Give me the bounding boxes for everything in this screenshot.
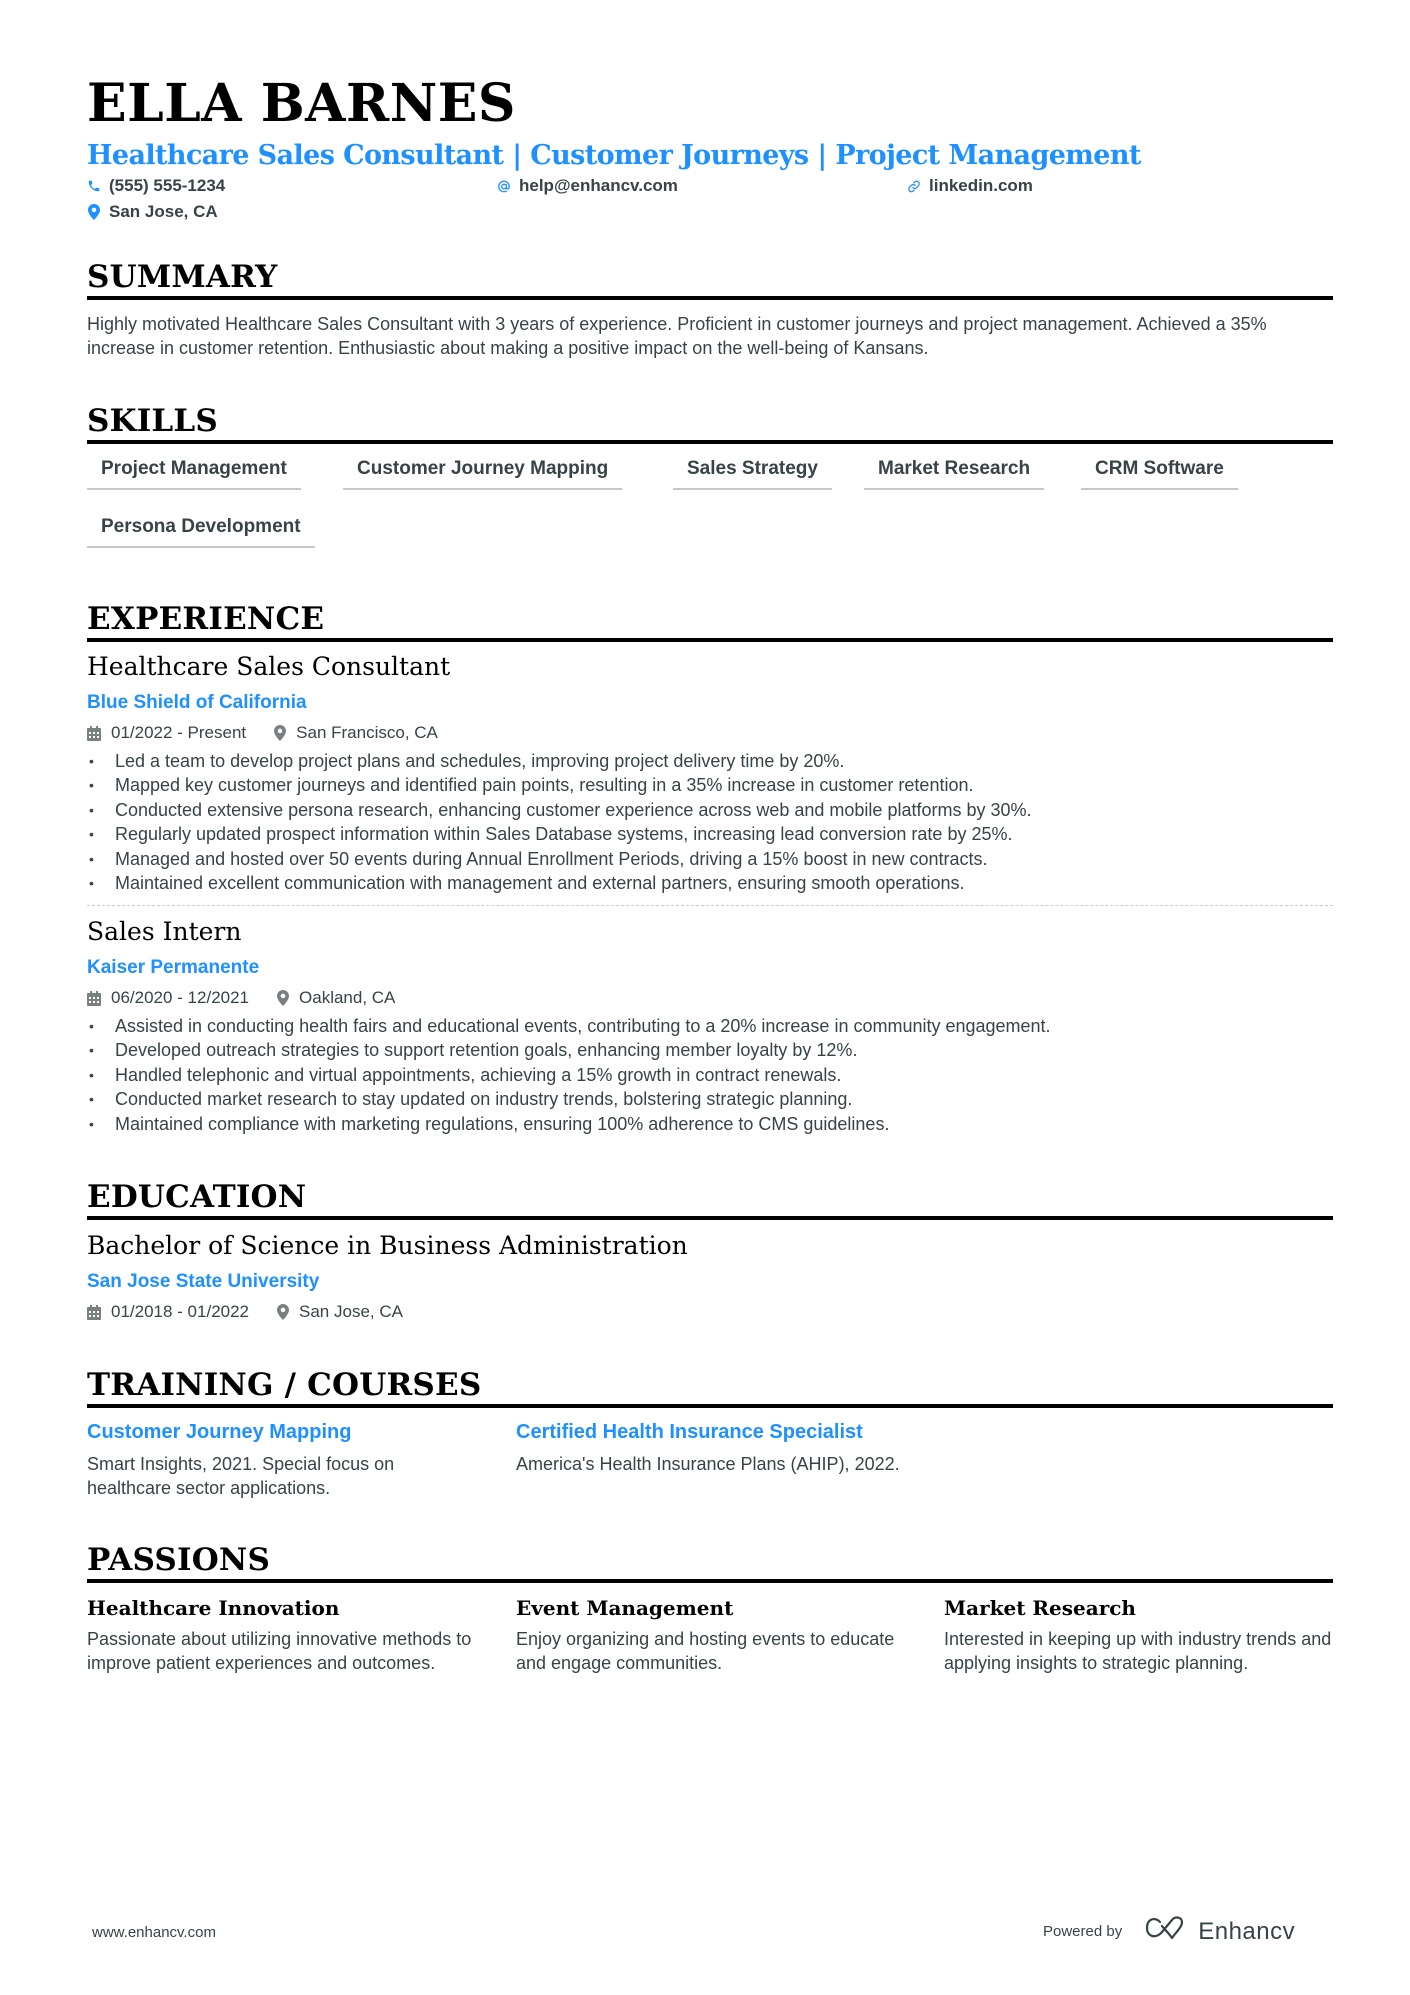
job-location: Oakland, CA <box>299 988 396 1007</box>
passion-description: Passionate about utilizing innovative me… <box>87 1629 472 1674</box>
job-bullets: Assisted in conducting health fairs and … <box>87 1014 1333 1136</box>
skill-chip: Market Research <box>864 458 1045 490</box>
section-rule <box>87 638 1333 642</box>
company-name[interactable]: Kaiser Permanente <box>87 957 259 979</box>
calendar-icon <box>87 1304 101 1320</box>
job-title: Healthcare Sales Consultant <box>87 652 451 681</box>
at-icon <box>497 178 511 194</box>
section-title-passions: PASSIONS <box>87 1542 271 1578</box>
bullet-item: Assisted in conducting health fairs and … <box>87 1014 1333 1039</box>
bullet-item: Conducted market research to stay update… <box>87 1087 1333 1112</box>
phone-value: (555) 555-1234 <box>109 176 226 195</box>
job-divider <box>87 905 1333 906</box>
school-name[interactable]: San Jose State University <box>87 1271 319 1293</box>
job-meta: 06/2020 - 12/2021 Oakland, CA <box>87 988 395 1008</box>
contact-link[interactable]: linkedin.com <box>907 176 1033 196</box>
skill-chip: Project Management <box>87 458 301 490</box>
job-dates: 01/2022 - Present <box>111 723 247 742</box>
bullet-item: Managed and hosted over 50 events during… <box>87 847 1333 872</box>
link-value[interactable]: linkedin.com <box>929 176 1033 196</box>
contact-location: San Jose, CA <box>87 202 218 222</box>
summary-text: Highly motivated Healthcare Sales Consul… <box>87 314 1267 358</box>
enhancv-logo-icon <box>1144 1915 1188 1948</box>
skill-chip: Customer Journey Mapping <box>343 458 623 490</box>
bullet-item: Mapped key customer journeys and identif… <box>87 773 1333 798</box>
calendar-icon <box>87 725 101 741</box>
candidate-name: ELLA BARNES <box>87 73 516 134</box>
footer-branding: Powered by Enhancv <box>1043 1915 1295 1948</box>
email-value[interactable]: help@enhancv.com <box>519 176 678 196</box>
powered-by-label: Powered by <box>1043 1923 1123 1940</box>
footer-website[interactable]: www.enhancv.com <box>92 1924 216 1941</box>
job-location: San Francisco, CA <box>296 723 438 742</box>
brand-logo[interactable]: Enhancv <box>1144 1915 1295 1948</box>
job-dates: 06/2020 - 12/2021 <box>111 988 250 1007</box>
passion-title: Market Research <box>944 1596 1136 1620</box>
bullet-item: Handled telephonic and virtual appointme… <box>87 1063 1333 1088</box>
education-location: San Jose, CA <box>299 1302 403 1321</box>
bullet-item: Maintained excellent communication with … <box>87 871 1333 896</box>
bullet-item: Conducted extensive persona research, en… <box>87 798 1333 823</box>
section-rule <box>87 440 1333 444</box>
job-meta: 01/2022 - Present San Francisco, CA <box>87 723 438 743</box>
course-description: America's Health Insurance Plans (AHIP),… <box>516 1454 900 1474</box>
location-pin-icon <box>277 990 290 1006</box>
passion-description: Enjoy organizing and hosting events to e… <box>516 1629 895 1674</box>
company-name[interactable]: Blue Shield of California <box>87 692 307 714</box>
section-rule <box>87 1404 1333 1408</box>
passion-description: Interested in keeping up with industry t… <box>944 1629 1332 1674</box>
location-value: San Jose, CA <box>109 202 218 221</box>
degree-title: Bachelor of Science in Business Administ… <box>87 1231 688 1260</box>
phone-icon <box>87 178 101 194</box>
skill-chip: Persona Development <box>87 516 315 548</box>
section-title-summary: SUMMARY <box>87 259 278 295</box>
section-title-training: TRAINING / COURSES <box>87 1367 482 1403</box>
passion-title: Healthcare Innovation <box>87 1596 340 1620</box>
job-title: Sales Intern <box>87 917 242 946</box>
course-title: Customer Journey Mapping <box>87 1421 352 1443</box>
location-pin-icon <box>274 725 287 741</box>
section-title-skills: SKILLS <box>87 403 219 439</box>
education-dates: 01/2018 - 01/2022 <box>111 1302 250 1321</box>
bullet-item: Developed outreach strategies to support… <box>87 1038 1333 1063</box>
contact-email[interactable]: help@enhancv.com <box>497 176 678 196</box>
course-title: Certified Health Insurance Specialist <box>516 1421 863 1443</box>
brand-name: Enhancv <box>1198 1917 1296 1945</box>
course-description: Smart Insights, 2021. Special focus on h… <box>87 1454 395 1499</box>
contact-phone: (555) 555-1234 <box>87 176 225 196</box>
bullet-item: Led a team to develop project plans and … <box>87 749 1333 774</box>
section-rule <box>87 1216 1333 1220</box>
job-bullets: Led a team to develop project plans and … <box>87 749 1333 896</box>
calendar-icon <box>87 990 101 1006</box>
passion-title: Event Management <box>516 1596 734 1620</box>
skill-chip: Sales Strategy <box>673 458 832 490</box>
bullet-item: Regularly updated prospect information w… <box>87 822 1333 847</box>
location-pin-icon <box>277 1304 290 1320</box>
location-pin-icon <box>87 204 101 220</box>
education-meta: 01/2018 - 01/2022 San Jose, CA <box>87 1302 403 1322</box>
section-rule <box>87 1579 1333 1583</box>
section-title-experience: EXPERIENCE <box>87 601 325 637</box>
link-icon <box>907 178 921 194</box>
skill-chip: CRM Software <box>1081 458 1238 490</box>
headline: Healthcare Sales Consultant | Customer J… <box>87 140 1141 171</box>
bullet-item: Maintained compliance with marketing reg… <box>87 1112 1333 1137</box>
section-rule <box>87 296 1333 300</box>
section-title-education: EDUCATION <box>87 1179 307 1215</box>
